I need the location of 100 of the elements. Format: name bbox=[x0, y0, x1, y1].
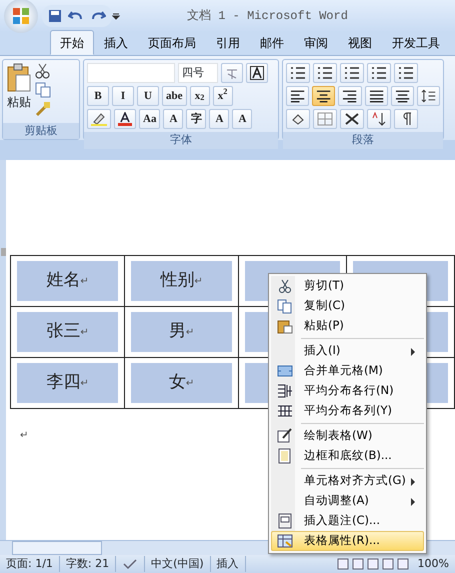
font-color-button[interactable] bbox=[114, 109, 136, 129]
menu-item[interactable]: 平均分布各列(Y) bbox=[271, 401, 424, 421]
clipboard-icon bbox=[6, 63, 32, 93]
menu-item[interactable]: 绘制表格(W) bbox=[271, 426, 424, 446]
cut-icon[interactable] bbox=[35, 63, 51, 79]
paragraph-button[interactable] bbox=[286, 109, 310, 129]
customize-caret-icon[interactable] bbox=[112, 12, 120, 20]
list-button[interactable] bbox=[394, 63, 418, 83]
bullets-icon bbox=[290, 66, 306, 80]
cell-text: 女 bbox=[168, 371, 186, 394]
menu-item[interactable]: 边框和底纹(B)... bbox=[271, 446, 424, 466]
line-spacing-icon bbox=[420, 89, 436, 103]
ribbon-tab[interactable]: 引用 bbox=[206, 30, 250, 55]
format-button[interactable]: x$^{2}$ bbox=[212, 86, 232, 106]
character-border-button[interactable] bbox=[246, 63, 268, 83]
cell-text: 张三 bbox=[46, 320, 80, 344]
view-mode-icon[interactable] bbox=[396, 558, 409, 570]
format-button[interactable]: B bbox=[87, 86, 109, 106]
paragraph-mark: ↵ bbox=[186, 326, 194, 340]
ribbon-tab[interactable]: 开发工具 bbox=[382, 30, 450, 55]
font-color-icon bbox=[118, 112, 132, 126]
list-button[interactable] bbox=[313, 63, 337, 83]
format-button[interactable]: 字 bbox=[186, 109, 206, 129]
font-name-field[interactable] bbox=[87, 63, 175, 83]
menu-item[interactable]: 合并单元格(M) bbox=[271, 361, 424, 381]
list-button[interactable] bbox=[286, 63, 310, 83]
align-icon bbox=[290, 89, 306, 103]
align-button[interactable] bbox=[364, 86, 388, 106]
menu-item[interactable]: 剪切(T) bbox=[271, 276, 424, 296]
ribbon-tab[interactable]: 邮件 bbox=[250, 30, 294, 55]
align-button[interactable] bbox=[390, 86, 414, 106]
ribbon-tab[interactable]: 开始 bbox=[50, 30, 94, 55]
menu-item[interactable]: 平均分布各行(N) bbox=[271, 381, 424, 401]
align-icon bbox=[316, 89, 332, 103]
paste-button[interactable]: 粘贴 bbox=[6, 63, 32, 120]
group-title: 段落 bbox=[283, 132, 443, 148]
menu-item[interactable]: 表格属性(R)... bbox=[271, 531, 424, 551]
save-icon[interactable] bbox=[48, 9, 62, 23]
proofing-check-icon[interactable] bbox=[122, 558, 138, 570]
office-button[interactable] bbox=[4, 0, 38, 33]
zoom-level[interactable]: 100% bbox=[412, 556, 455, 572]
copy-icon bbox=[277, 298, 293, 314]
ribbon-tab[interactable]: 视图 bbox=[338, 30, 382, 55]
distribute-columns-icon bbox=[277, 403, 293, 419]
highlighter-icon bbox=[91, 112, 107, 126]
menu-item[interactable]: 插入(I) bbox=[271, 341, 424, 361]
paste-icon bbox=[277, 318, 293, 334]
menu-item[interactable]: 复制(C) bbox=[271, 296, 424, 316]
bordered-letter-icon bbox=[250, 66, 264, 80]
view-mode-icon[interactable] bbox=[352, 558, 364, 570]
group-title: 剪贴板 bbox=[3, 122, 79, 139]
font-size-field[interactable]: 四号 bbox=[178, 63, 218, 83]
list-button[interactable] bbox=[340, 63, 364, 83]
list-button[interactable] bbox=[367, 63, 391, 83]
language-indicator[interactable]: 中文(中国) bbox=[145, 556, 211, 572]
menu-item[interactable]: 插入题注(C)... bbox=[271, 511, 424, 531]
align-button[interactable] bbox=[338, 86, 362, 106]
format-button[interactable]: Aa bbox=[139, 109, 160, 129]
format-button[interactable]: A bbox=[209, 109, 230, 129]
format-button[interactable]: abe bbox=[162, 86, 186, 106]
ribbon-tab[interactable]: 插入 bbox=[94, 30, 138, 55]
format-painter-icon[interactable] bbox=[35, 101, 51, 117]
menu-item[interactable]: 自动调整(A) bbox=[271, 491, 424, 511]
paragraph-mark: ↵ bbox=[194, 274, 203, 288]
table-properties-icon bbox=[277, 533, 293, 549]
ribbon-tab[interactable]: 页面布局 bbox=[138, 30, 206, 55]
view-mode-icon[interactable] bbox=[382, 558, 394, 570]
menu-item[interactable]: 粘贴(P) bbox=[271, 316, 424, 336]
merge-cells-icon bbox=[277, 363, 293, 379]
borders-icon bbox=[317, 112, 333, 126]
word-count: 字数: 21 bbox=[60, 556, 116, 572]
borders-shading-icon bbox=[277, 448, 293, 464]
insert-mode[interactable]: 插入 bbox=[210, 556, 246, 572]
align-icon bbox=[368, 89, 384, 103]
menu-item[interactable]: 单元格对齐方式(G) bbox=[271, 471, 424, 491]
paragraph-button[interactable] bbox=[367, 109, 391, 129]
paragraph-button[interactable] bbox=[340, 109, 364, 129]
format-button[interactable]: I bbox=[112, 86, 134, 106]
group-title: 字体 bbox=[84, 132, 278, 148]
copy-icon[interactable] bbox=[35, 82, 51, 98]
align-icon bbox=[394, 89, 410, 103]
ribbon-tab[interactable]: 审阅 bbox=[294, 30, 338, 55]
format-button[interactable]: A bbox=[232, 109, 252, 129]
align-button[interactable] bbox=[312, 86, 336, 106]
cut-icon bbox=[277, 278, 293, 294]
format-button[interactable]: A bbox=[163, 109, 184, 129]
line-spacing-button[interactable] bbox=[416, 86, 440, 106]
distribute-rows-icon bbox=[277, 383, 293, 399]
format-button[interactable]: x$_{2}$ bbox=[190, 86, 210, 106]
align-icon bbox=[342, 89, 358, 103]
highlight-button[interactable] bbox=[87, 109, 111, 129]
paragraph-button[interactable] bbox=[394, 109, 418, 129]
view-mode-icon[interactable] bbox=[366, 558, 379, 570]
align-button[interactable] bbox=[286, 86, 310, 106]
view-mode-icon[interactable] bbox=[336, 558, 349, 570]
format-button[interactable]: U bbox=[137, 86, 159, 106]
cell-text: 李四 bbox=[46, 371, 80, 394]
page-count: 页面: 1/1 bbox=[0, 556, 60, 572]
cell-text: 姓名 bbox=[46, 269, 80, 292]
cell-text: 性别 bbox=[160, 269, 194, 292]
